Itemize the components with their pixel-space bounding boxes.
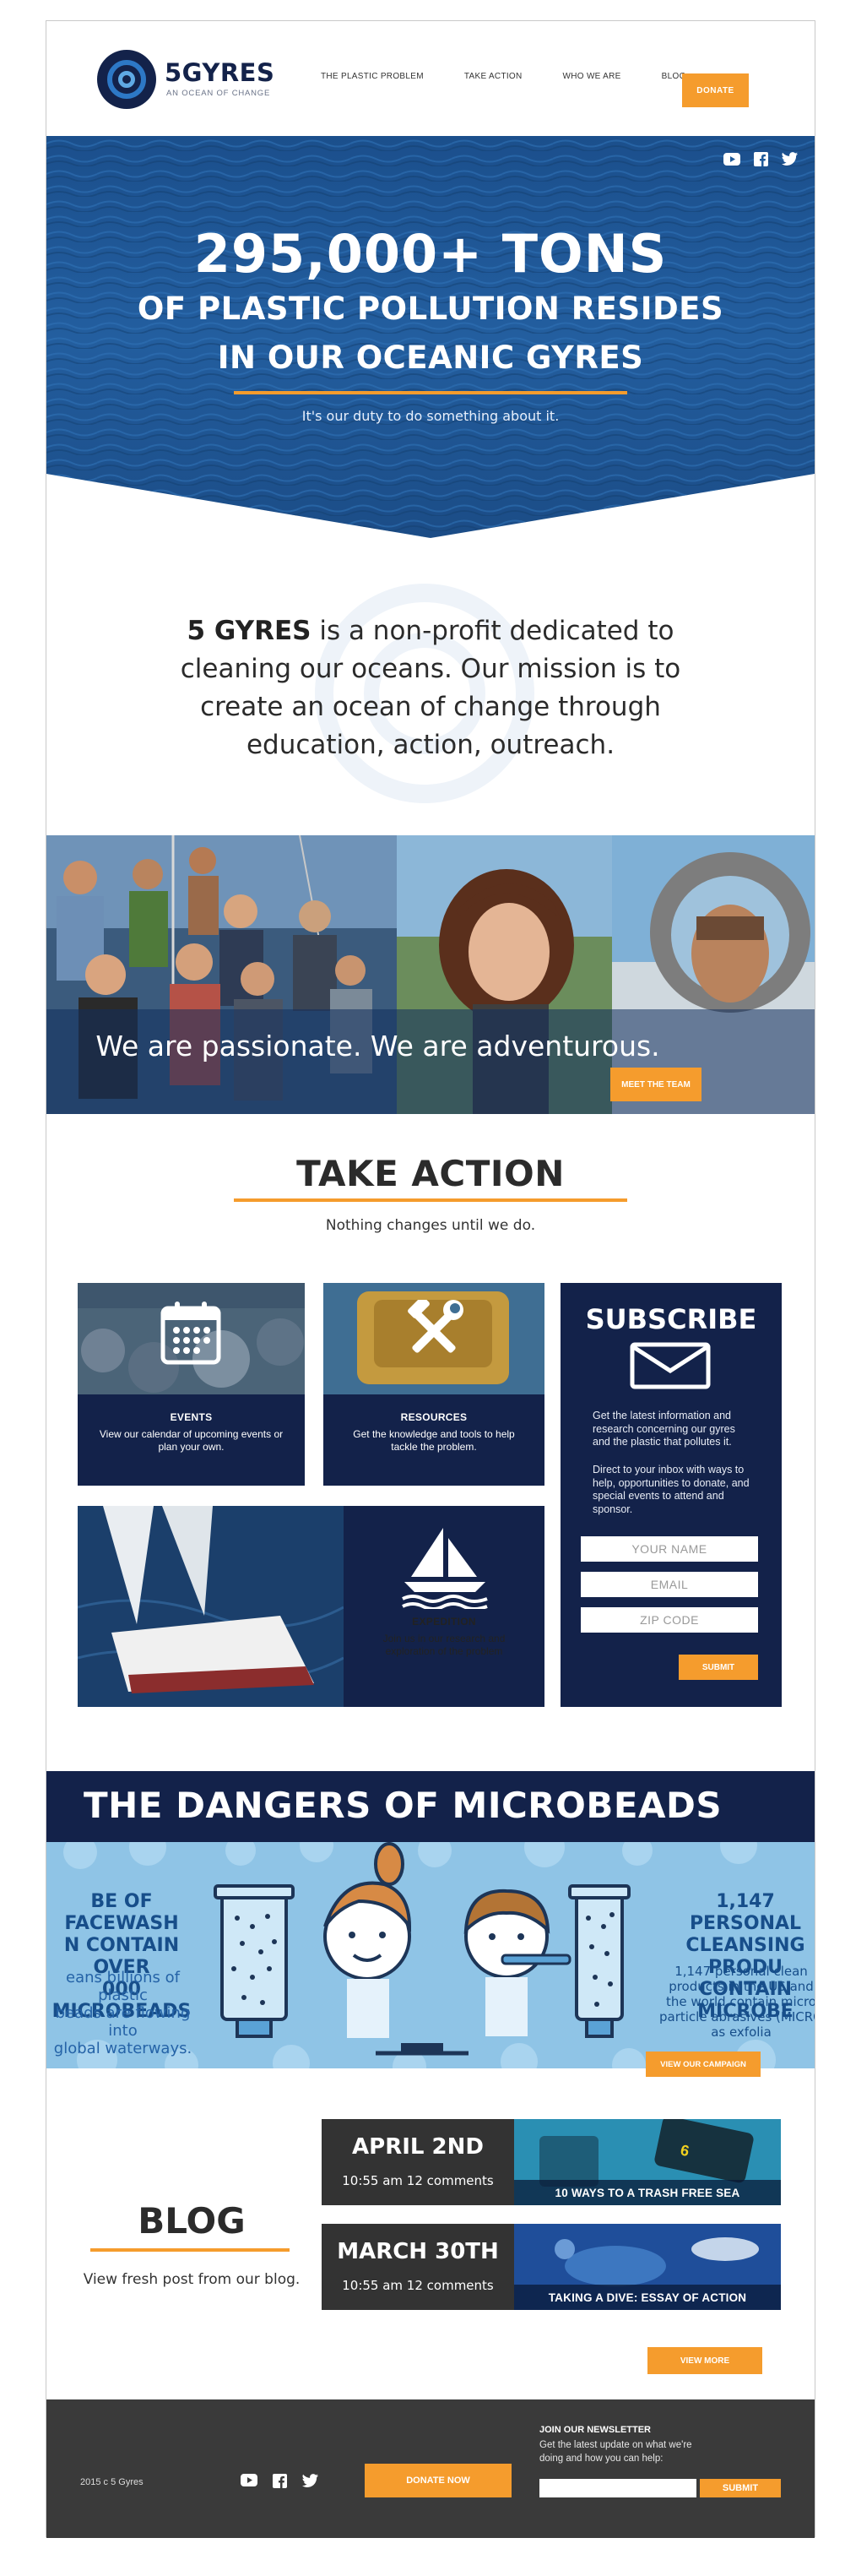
site-header: 5GYRES AN OCEAN OF CHANGE THE PLASTIC PR… bbox=[46, 21, 815, 136]
resources-desc: Get the knowledge and tools to help tack… bbox=[353, 1428, 515, 1453]
events-title: EVENTS bbox=[170, 1411, 213, 1423]
site-footer: 2015 c 5 Gyres DONATE NOW JOIN OUR NEWSL… bbox=[46, 2399, 815, 2538]
blog-post-1-date: APRIL 2ND bbox=[352, 2134, 484, 2160]
brand-tagline: AN OCEAN OF CHANGE bbox=[166, 89, 271, 98]
hero-text: 295,000+ TONS OF PLASTIC POLLUTION RESID… bbox=[46, 223, 815, 425]
blog-post-1-title: 10 WAYS TO A TRASH FREE SEA bbox=[514, 2180, 781, 2205]
resources-panel: RESOURCES Get the knowledge and tools to… bbox=[323, 1394, 544, 1486]
microbeads-left-text: eans billions of plastic beads are flowi… bbox=[53, 1969, 192, 2057]
youtube-icon[interactable] bbox=[241, 2474, 257, 2492]
microbeads-header: THE DANGERS OF MICROBEADS bbox=[46, 1771, 815, 1842]
view-more-button[interactable]: VIEW MORE bbox=[647, 2347, 762, 2374]
facebook-icon[interactable] bbox=[273, 2474, 287, 2492]
blog-post-2-image[interactable]: TAKING A DIVE: ESSAY OF ACTION bbox=[514, 2224, 781, 2310]
team-tagline: We are passionate. We are adventurous. bbox=[95, 1030, 660, 1062]
name-field[interactable]: YOUR NAME bbox=[581, 1536, 758, 1562]
hero-line-3: IN OUR OCEANIC GYRES bbox=[217, 340, 644, 376]
team-section: We are passionate. We are adventurous. M… bbox=[46, 835, 815, 1114]
blog-post-1-date-block[interactable]: APRIL 2ND 10:55 am 12 comments bbox=[322, 2119, 514, 2205]
nav-item-take-action[interactable]: TAKE ACTION bbox=[464, 72, 523, 81]
subscribe-text-2: Direct to your inbox with ways to help, … bbox=[593, 1464, 750, 1515]
microbeads-title: THE DANGERS OF MICROBEADS bbox=[84, 1785, 723, 1826]
newsletter-text: Get the latest update on what we're doin… bbox=[539, 2440, 692, 2464]
blog-post-2-date-block[interactable]: MARCH 30TH 10:55 am 12 comments bbox=[322, 2224, 514, 2310]
meet-team-button[interactable]: MEET THE TEAM bbox=[610, 1068, 701, 1101]
blog-subtitle: View fresh post from our blog. bbox=[83, 2271, 301, 2288]
youtube-icon[interactable] bbox=[723, 151, 740, 166]
page-frame: 5GYRES AN OCEAN OF CHANGE THE PLASTIC PR… bbox=[46, 20, 815, 2538]
expedition-card[interactable]: EXPEDITION Join us in our research and e… bbox=[78, 1506, 544, 1707]
take-action-divider bbox=[234, 1198, 627, 1202]
blog-post-2-date: MARCH 30TH bbox=[337, 2239, 499, 2264]
take-action-title: TAKE ACTION bbox=[296, 1153, 565, 1194]
facebook-icon[interactable] bbox=[752, 151, 769, 166]
zip-field[interactable]: ZIP CODE bbox=[581, 1607, 758, 1633]
hero-divider bbox=[234, 391, 627, 394]
take-action-subtitle: Nothing changes until we do. bbox=[325, 1217, 536, 1234]
mission-section: 5 GYRES is a non-profit dedicated to cle… bbox=[46, 541, 815, 854]
expedition-photo bbox=[78, 1506, 344, 1707]
events-panel: EVENTS View our calendar of upcoming eve… bbox=[78, 1394, 305, 1486]
mission-statement: 5 GYRES is a non-profit dedicated to cle… bbox=[156, 612, 705, 764]
brand-name: 5GYRES bbox=[165, 58, 275, 87]
resources-title: RESOURCES bbox=[400, 1411, 468, 1423]
donate-now-button[interactable]: DONATE NOW bbox=[365, 2464, 512, 2497]
twitter-icon[interactable] bbox=[302, 2474, 318, 2492]
events-desc: View our calendar of upcoming events or … bbox=[99, 1428, 284, 1453]
view-campaign-button[interactable]: VIEW OUR CAMPAIGN bbox=[646, 2052, 761, 2077]
sailboat-icon bbox=[399, 1524, 490, 1612]
logo-wave-icon bbox=[97, 50, 156, 109]
envelope-icon bbox=[630, 1342, 711, 1389]
footer-social-links bbox=[241, 2474, 318, 2492]
newsletter-email-input[interactable] bbox=[539, 2479, 696, 2497]
subscribe-title: SUBSCRIBE bbox=[585, 1303, 757, 1335]
twitter-icon[interactable] bbox=[781, 151, 798, 166]
main-nav: THE PLASTIC PROBLEM TAKE ACTION WHO WE A… bbox=[321, 72, 710, 81]
subscribe-text-1: Get the latest information and research … bbox=[593, 1410, 735, 1448]
blog-post-2-meta: 10:55 am 12 comments bbox=[342, 2278, 494, 2293]
hero-subtext: It's our duty to do something about it. bbox=[301, 408, 560, 424]
nav-item-plastic-problem[interactable]: THE PLASTIC PROBLEM bbox=[321, 72, 424, 81]
hero-headline: 295,000+ TONS bbox=[193, 223, 668, 285]
blog-post-2-title: TAKING A DIVE: ESSAY OF ACTION bbox=[514, 2285, 781, 2310]
subscribe-panel: SUBSCRIBE Get the latest information and… bbox=[561, 1283, 782, 1707]
blog-post-1-image[interactable]: 6 10 WAYS TO A TRASH FREE SEA bbox=[514, 2119, 781, 2205]
resources-card[interactable]: RESOURCES Get the knowledge and tools to… bbox=[323, 1283, 544, 1486]
blog-divider bbox=[90, 2248, 290, 2252]
newsletter-title: JOIN OUR NEWSLETTER bbox=[539, 2425, 652, 2435]
nav-item-who-we-are[interactable]: WHO WE ARE bbox=[563, 72, 621, 81]
hero-line-2: OF PLASTIC POLLUTION RESIDES bbox=[137, 291, 724, 327]
expedition-desc: Join us in our research and exploration … bbox=[382, 1633, 506, 1657]
newsletter-submit-button[interactable]: SUBMIT bbox=[700, 2479, 781, 2497]
mission-brand: 5 GYRES bbox=[187, 616, 311, 646]
tools-icon bbox=[404, 1296, 463, 1364]
header-social-links bbox=[723, 151, 798, 166]
expedition-title: EXPEDITION bbox=[412, 1616, 476, 1628]
events-card[interactable]: EVENTS View our calendar of upcoming eve… bbox=[78, 1283, 305, 1486]
copyright: 2015 c 5 Gyres bbox=[80, 2477, 144, 2487]
blog-post-1-meta: 10:55 am 12 comments bbox=[342, 2173, 494, 2188]
expedition-panel: EXPEDITION Join us in our research and e… bbox=[344, 1506, 544, 1707]
email-field[interactable]: EMAIL bbox=[581, 1572, 758, 1597]
logo[interactable]: 5GYRES AN OCEAN OF CHANGE bbox=[97, 50, 291, 111]
microbeads-infographic: BE OF FACEWASH N CONTAIN OVER 000 MICROB… bbox=[46, 1842, 815, 2068]
calendar-icon bbox=[160, 1300, 222, 1369]
hero-section: 295,000+ TONS OF PLASTIC POLLUTION RESID… bbox=[46, 136, 815, 541]
subscribe-submit-button[interactable]: SUBMIT bbox=[679, 1655, 758, 1680]
microbeads-right-text: 1,147 personal clean products in the US … bbox=[658, 1964, 815, 2040]
donate-button[interactable]: DONATE bbox=[682, 73, 749, 107]
blog-title: BLOG bbox=[138, 2200, 246, 2242]
